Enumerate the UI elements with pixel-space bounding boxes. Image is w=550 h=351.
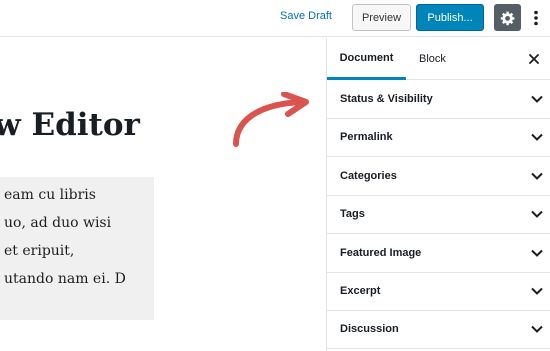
editor-header: Save Draft Preview Publish... [0, 0, 550, 37]
panel-permalink[interactable]: Permalink [327, 119, 550, 157]
panel-label: Discussion [340, 323, 399, 335]
sidebar-tabs: Document Block [327, 38, 550, 80]
panel-featured-image[interactable]: Featured Image [327, 235, 550, 273]
close-sidebar-button[interactable] [527, 52, 541, 66]
chevron-down-icon [531, 249, 543, 257]
tab-block[interactable]: Block [419, 38, 446, 80]
panel-label: Tags [340, 208, 365, 220]
chevron-down-icon [531, 172, 543, 180]
chevron-down-icon [531, 133, 543, 141]
panel-label: Categories [340, 170, 397, 182]
editor-canvas[interactable]: w Editor eam cu libris uo, ad duo wisi e… [0, 38, 326, 351]
close-icon [529, 54, 539, 64]
vertical-ellipsis-icon [534, 10, 538, 25]
tab-document[interactable]: Document [327, 38, 406, 80]
panel-discussion[interactable]: Discussion [327, 311, 550, 349]
panel-categories[interactable]: Categories [327, 158, 550, 196]
paragraph-line: et eripuit, [4, 243, 75, 259]
panel-tags[interactable]: Tags [327, 196, 550, 234]
chevron-down-icon [531, 210, 543, 218]
settings-sidebar: Document Block Status & Visibility Perma… [326, 38, 550, 351]
panel-label: Status & Visibility [340, 93, 433, 105]
panel-label: Permalink [340, 131, 393, 143]
save-draft-link[interactable]: Save Draft [280, 10, 332, 22]
preview-button[interactable]: Preview [352, 4, 411, 31]
panel-status-visibility[interactable]: Status & Visibility [327, 81, 550, 119]
chevron-down-icon [531, 325, 543, 333]
paragraph-line: utando nam ei. D [4, 271, 126, 287]
gear-icon [500, 11, 514, 25]
panel-excerpt[interactable]: Excerpt [327, 273, 550, 311]
paragraph-block[interactable]: eam cu libris uo, ad duo wisi et eripuit… [0, 177, 154, 320]
publish-button[interactable]: Publish... [416, 4, 484, 31]
settings-button[interactable] [494, 4, 521, 31]
curved-arrow-icon [233, 92, 309, 147]
panel-label: Excerpt [340, 285, 381, 297]
chevron-down-icon [531, 95, 543, 103]
post-title[interactable]: w Editor [0, 107, 140, 143]
paragraph-line: uo, ad duo wisi [4, 215, 112, 231]
paragraph-line: eam cu libris [4, 187, 96, 203]
chevron-down-icon [531, 287, 543, 295]
panel-label: Featured Image [340, 247, 422, 259]
more-options-button[interactable] [528, 4, 544, 31]
